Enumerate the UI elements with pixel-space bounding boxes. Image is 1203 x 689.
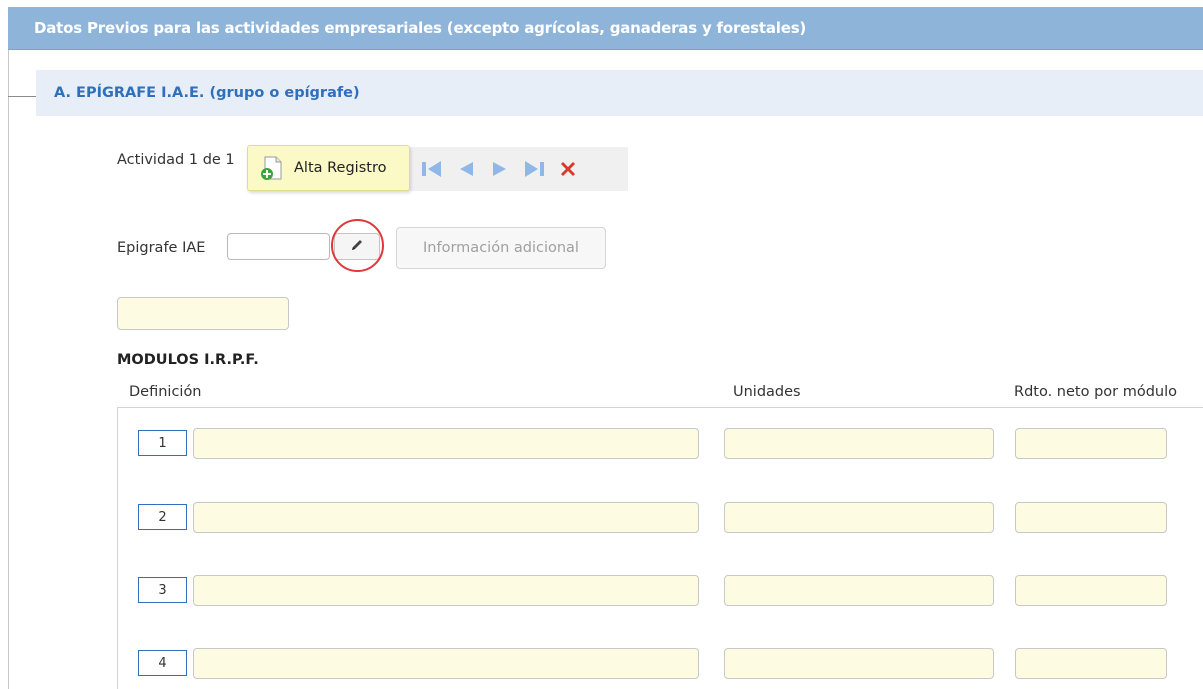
module-row: 4 xyxy=(118,648,1203,681)
column-header-unidades: Unidades xyxy=(733,384,801,400)
delete-record-icon[interactable] xyxy=(554,155,582,183)
row-number: 2 xyxy=(138,504,187,530)
add-document-icon xyxy=(258,154,286,182)
section-title[interactable]: A. EPÍGRAFE I.A.E. (grupo o epígrafe) xyxy=(54,85,360,101)
pencil-icon xyxy=(350,237,364,256)
row-number: 3 xyxy=(138,577,187,603)
definicion-field[interactable] xyxy=(193,648,699,679)
rdto-field[interactable] xyxy=(1015,575,1167,606)
row-number: 1 xyxy=(138,430,187,456)
informacion-adicional-label: Información adicional xyxy=(423,240,579,256)
modulos-title: MODULOS I.R.P.F. xyxy=(117,352,259,368)
informacion-adicional-button[interactable]: Información adicional xyxy=(396,227,606,269)
section-divider xyxy=(8,96,36,97)
modulos-table: 1 2 3 4 xyxy=(117,407,1203,689)
column-header-rdto: Rdto. neto por módulo xyxy=(1014,384,1178,400)
rdto-field[interactable] xyxy=(1015,502,1167,533)
main-header-title: Datos Previos para las actividades empre… xyxy=(34,19,807,37)
record-navigation-toolbar xyxy=(410,147,628,191)
rdto-field[interactable] xyxy=(1015,648,1167,679)
edit-epigrafe-button[interactable] xyxy=(334,233,380,260)
row-number: 4 xyxy=(138,650,187,676)
unidades-field[interactable] xyxy=(724,648,994,679)
definicion-field[interactable] xyxy=(193,575,699,606)
rdto-field[interactable] xyxy=(1015,428,1167,459)
epigrafe-label: Epigrafe IAE xyxy=(117,240,206,256)
epigrafe-input[interactable] xyxy=(227,233,330,260)
section-header[interactable]: A. EPÍGRAFE I.A.E. (grupo o epígrafe) xyxy=(36,70,1203,116)
main-header: Datos Previos para las actividades empre… xyxy=(8,7,1203,50)
last-record-icon[interactable] xyxy=(520,155,548,183)
alta-registro-button[interactable]: Alta Registro xyxy=(247,145,410,191)
previous-record-icon[interactable] xyxy=(452,155,480,183)
module-row: 2 xyxy=(118,502,1203,535)
definicion-field[interactable] xyxy=(193,428,699,459)
module-row: 1 xyxy=(118,428,1203,461)
definicion-field[interactable] xyxy=(193,502,699,533)
alta-registro-label: Alta Registro xyxy=(294,160,387,176)
unidades-field[interactable] xyxy=(724,575,994,606)
next-record-icon[interactable] xyxy=(486,155,514,183)
unidades-field[interactable] xyxy=(724,502,994,533)
left-border xyxy=(8,50,9,689)
module-row: 3 xyxy=(118,575,1203,608)
first-record-icon[interactable] xyxy=(418,155,446,183)
activity-counter: Actividad 1 de 1 xyxy=(117,152,235,168)
epigrafe-description-field[interactable] xyxy=(117,297,289,330)
unidades-field[interactable] xyxy=(724,428,994,459)
column-header-definicion: Definición xyxy=(129,384,202,400)
page-top-strip xyxy=(0,0,1203,7)
